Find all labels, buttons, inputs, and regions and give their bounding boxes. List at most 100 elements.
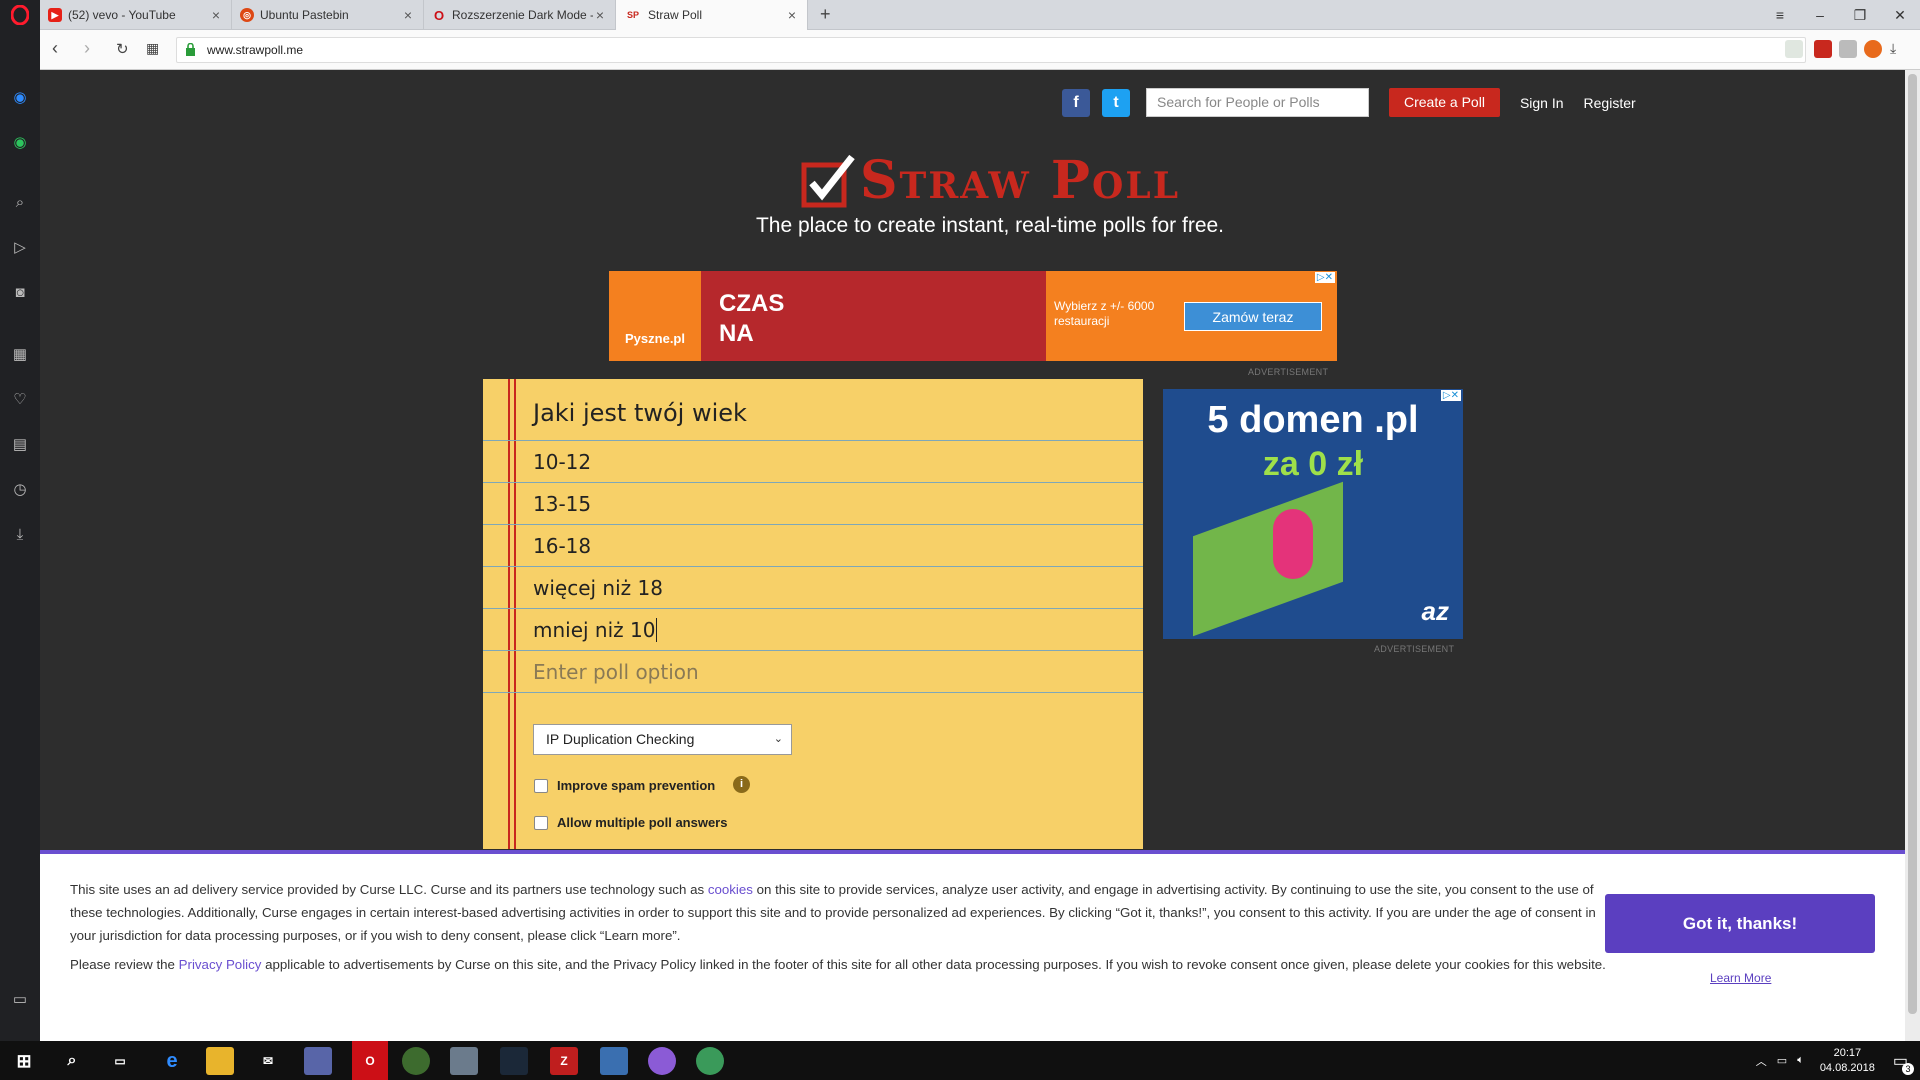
sidebar-toggle-icon[interactable]: ▭: [10, 990, 30, 1010]
checkbox-logo-icon: [801, 154, 855, 208]
poll-option-text: więcej niż 18: [533, 576, 663, 600]
tab-dark-mode[interactable]: O Rozszerzenie Dark Mode - ×: [424, 0, 616, 30]
poll-option-input[interactable]: mniej niż 10: [483, 609, 1143, 651]
close-window-icon[interactable]: ✕: [1880, 0, 1920, 30]
reload-icon[interactable]: ↻: [116, 40, 129, 58]
tab-menu-icon[interactable]: ≡: [1760, 0, 1800, 30]
heart-icon[interactable]: ♡: [10, 390, 30, 410]
facebook-icon[interactable]: f: [1062, 88, 1090, 117]
adchoices-icon[interactable]: ▷✕: [1440, 390, 1461, 401]
poll-option-input[interactable]: więcej niż 18: [483, 567, 1143, 609]
search-input[interactable]: Search for People or Polls: [1146, 88, 1369, 117]
tray-chevron-icon[interactable]: ︿: [1756, 1053, 1767, 1069]
learn-more-link[interactable]: Learn More: [1710, 971, 1771, 985]
poll-form: Jaki jest twój wiek 10-12 13-15 16-18 wi…: [483, 379, 1143, 849]
camera-icon[interactable]: ◙: [10, 283, 30, 303]
tab-title: Ubuntu Pastebin: [260, 8, 349, 22]
volume-icon[interactable]: 🔈︎: [1797, 1054, 1804, 1067]
task-view-icon[interactable]: ▭: [106, 1047, 134, 1075]
clock[interactable]: 20:17 04.08.2018: [1820, 1046, 1875, 1076]
close-tab-icon[interactable]: ×: [401, 7, 415, 23]
notification-count: 3: [1902, 1062, 1914, 1075]
close-tab-icon[interactable]: ×: [209, 7, 223, 23]
site-logo[interactable]: Straw Poll The place to create instant, …: [740, 150, 1240, 238]
search-icon[interactable]: ⌕: [10, 193, 30, 213]
mail-icon[interactable]: ✉: [254, 1047, 282, 1075]
app-icon[interactable]: [696, 1047, 724, 1075]
twitter-icon[interactable]: t: [1102, 88, 1130, 117]
poll-question: Jaki jest twój wiek: [533, 399, 747, 427]
ubuntu-icon: ◎: [240, 8, 254, 22]
address-input[interactable]: www.strawpoll.me: [176, 37, 1806, 63]
whatsapp-icon[interactable]: ◉: [10, 133, 30, 153]
restore-icon[interactable]: ❐: [1840, 0, 1880, 30]
tab-straw-poll[interactable]: SP Straw Poll ×: [616, 0, 808, 30]
edge-icon[interactable]: e: [158, 1047, 186, 1075]
multiple-answers-checkbox[interactable]: [534, 816, 548, 830]
youtube-icon: ▶: [48, 8, 62, 22]
extension-s-icon[interactable]: [1814, 40, 1832, 58]
discord-icon[interactable]: [304, 1047, 332, 1075]
hotspot-icon[interactable]: [402, 1047, 430, 1075]
poll-option-empty-input[interactable]: Enter poll option: [483, 651, 1143, 693]
adchoices-icon[interactable]: ▷✕: [1314, 272, 1335, 283]
register-link[interactable]: Register: [1584, 95, 1636, 111]
app-icon[interactable]: [450, 1047, 478, 1075]
poll-option-input[interactable]: 10-12: [483, 441, 1143, 483]
close-tab-icon[interactable]: ×: [785, 7, 799, 23]
privacy-policy-link[interactable]: Privacy Policy: [179, 957, 262, 972]
extension-gray-icon[interactable]: [1839, 40, 1857, 58]
opera-menu-icon[interactable]: [0, 0, 40, 30]
download-icon[interactable]: ⤓: [1890, 40, 1896, 57]
minimize-icon[interactable]: –: [1800, 0, 1840, 30]
close-tab-icon[interactable]: ×: [593, 7, 607, 23]
side-ad[interactable]: 5 domen .pl za 0 zł az ▷✕: [1163, 389, 1463, 639]
windows-start-icon[interactable]: ⊞: [10, 1047, 38, 1075]
sign-in-link[interactable]: Sign In: [1520, 95, 1564, 111]
file-explorer-icon[interactable]: [206, 1047, 234, 1075]
extension-icon[interactable]: [1785, 40, 1803, 58]
tab-youtube[interactable]: ▶ (52) vevo - YouTube ×: [40, 0, 232, 30]
speed-dial-icon[interactable]: ▦: [146, 40, 159, 57]
az-logo: az: [1421, 596, 1449, 626]
history-icon[interactable]: ◷: [10, 480, 30, 500]
opera-icon: O: [433, 7, 445, 23]
browser-tabbar: ▶ (52) vevo - YouTube × ◎ Ubuntu Pastebi…: [0, 0, 1920, 30]
search-icon[interactable]: ⌕: [58, 1047, 86, 1075]
send-icon[interactable]: ▷: [10, 238, 30, 258]
messenger-icon[interactable]: ◉: [10, 88, 30, 108]
app-icon[interactable]: [600, 1047, 628, 1075]
info-icon[interactable]: i: [733, 776, 750, 793]
tab-title: (52) vevo - YouTube: [68, 8, 176, 22]
downloads-sidebar-icon[interactable]: ⤓: [10, 525, 30, 545]
duplication-select[interactable]: IP Duplication Checking ⌄: [533, 724, 792, 755]
network-icon[interactable]: ▭: [1777, 1054, 1787, 1067]
create-poll-button[interactable]: Create a Poll: [1389, 88, 1500, 117]
cookies-link[interactable]: cookies: [708, 882, 753, 897]
news-icon[interactable]: ▤: [10, 435, 30, 455]
got-it-button[interactable]: Got it, thanks!: [1605, 894, 1875, 953]
page-scrollbar[interactable]: [1905, 70, 1920, 1041]
opera-taskbar-icon[interactable]: O: [352, 1041, 388, 1080]
steam-icon[interactable]: [500, 1047, 528, 1075]
windows-taskbar: ⊞ ⌕ ▭ e ✉ O Z ︿ ▭ 🔈︎ 20:17 04.08.2018 ▭ 3: [0, 1041, 1920, 1080]
speed-dial-sidebar-icon[interactable]: ▦: [10, 345, 30, 365]
poll-question-input[interactable]: Jaki jest twój wiek: [483, 379, 1143, 441]
address-toolbar: ‹ › ↻ ▦ www.strawpoll.me ⤓: [40, 30, 1920, 70]
banner-ad[interactable]: Pyszne.pl CZAS NA Wybierz z +/- 6000 res…: [609, 271, 1337, 361]
app-icon[interactable]: [648, 1047, 676, 1075]
back-icon[interactable]: ‹: [52, 38, 58, 59]
filezilla-icon[interactable]: Z: [550, 1047, 578, 1075]
logo-text: Straw Poll: [859, 149, 1181, 211]
tab-ubuntu-pastebin[interactable]: ◎ Ubuntu Pastebin ×: [232, 0, 424, 30]
spam-prevention-checkbox[interactable]: [534, 779, 548, 793]
forward-icon[interactable]: ›: [84, 38, 90, 59]
poll-option-input[interactable]: 16-18: [483, 525, 1143, 567]
extension-orange-icon[interactable]: [1864, 40, 1882, 58]
notifications-icon[interactable]: ▭ 3: [1893, 1051, 1914, 1075]
poll-option-input[interactable]: 13-15: [483, 483, 1143, 525]
ad-cta-button[interactable]: Zamów teraz: [1184, 302, 1322, 331]
ad-label: ADVERTISEMENT: [1248, 367, 1329, 377]
new-tab-icon[interactable]: +: [820, 4, 831, 25]
scrollbar-thumb[interactable]: [1908, 74, 1917, 1014]
